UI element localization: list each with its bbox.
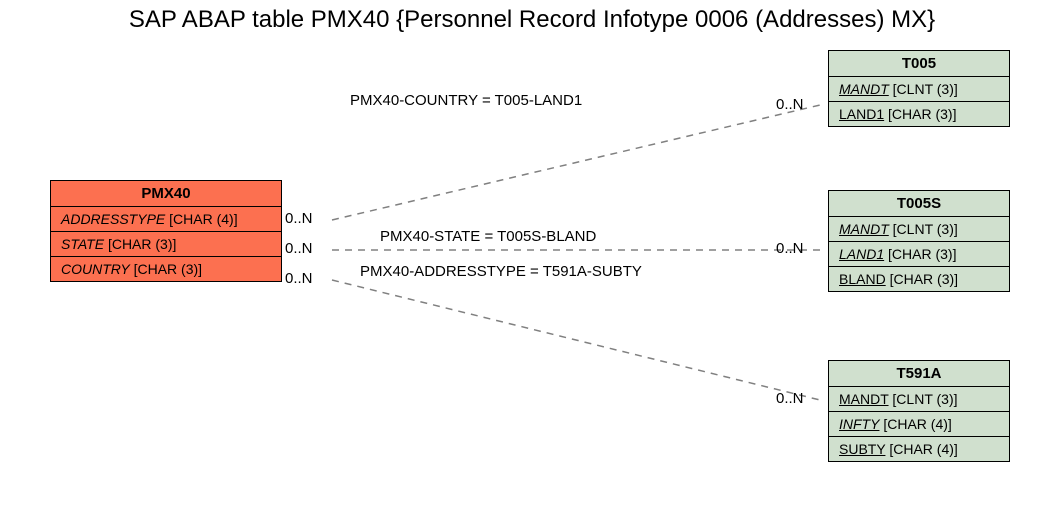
field-name: LAND1 <box>839 246 884 262</box>
page-title: SAP ABAP table PMX40 {Personnel Record I… <box>0 6 1064 34</box>
field-type: [CHAR (4)] <box>889 441 957 457</box>
relation-r3-left-card: 0..N <box>285 270 313 287</box>
field-name: SUBTY <box>839 441 885 457</box>
relation-r1-label: PMX40-COUNTRY = T005-LAND1 <box>350 92 582 109</box>
entity-t591a-field-infty: INFTY [CHAR (4)] <box>829 412 1009 437</box>
entity-t005-field-mandt: MANDT [CLNT (3)] <box>829 77 1009 102</box>
field-name: BLAND <box>839 271 886 287</box>
field-type: [CLNT (3)] <box>892 391 957 407</box>
entity-t591a-field-mandt: MANDT [CLNT (3)] <box>829 387 1009 412</box>
entity-t591a-field-subty: SUBTY [CHAR (4)] <box>829 437 1009 461</box>
relation-r3-label: PMX40-ADDRESSTYPE = T591A-SUBTY <box>360 263 642 280</box>
entity-t591a: T591A MANDT [CLNT (3)] INFTY [CHAR (4)] … <box>828 360 1010 462</box>
relation-r1-left-card: 0..N <box>285 210 313 227</box>
entity-pmx40-header: PMX40 <box>51 181 281 207</box>
entity-t005: T005 MANDT [CLNT (3)] LAND1 [CHAR (3)] <box>828 50 1010 127</box>
field-name: INFTY <box>839 416 879 432</box>
entity-pmx40-field-country: COUNTRY [CHAR (3)] <box>51 257 281 281</box>
entity-pmx40-field-addresstype: ADDRESSTYPE [CHAR (4)] <box>51 207 281 232</box>
entity-t005s-field-land1: LAND1 [CHAR (3)] <box>829 242 1009 267</box>
entity-t591a-header: T591A <box>829 361 1009 387</box>
field-name: LAND1 <box>839 106 884 122</box>
field-type: [CHAR (4)] <box>169 211 237 227</box>
relation-r2-left-card: 0..N <box>285 240 313 257</box>
entity-t005-header: T005 <box>829 51 1009 77</box>
entity-pmx40-field-state: STATE [CHAR (3)] <box>51 232 281 257</box>
field-type: [CHAR (3)] <box>890 271 958 287</box>
field-name: STATE <box>61 236 104 252</box>
field-type: [CHAR (3)] <box>108 236 176 252</box>
relation-r3-right-card: 0..N <box>776 390 804 407</box>
field-name: MANDT <box>839 391 889 407</box>
entity-t005-field-land1: LAND1 [CHAR (3)] <box>829 102 1009 126</box>
field-type: [CHAR (3)] <box>888 246 956 262</box>
entity-t005s-header: T005S <box>829 191 1009 217</box>
relation-r1-right-card: 0..N <box>776 96 804 113</box>
field-type: [CHAR (3)] <box>134 261 202 277</box>
field-type: [CHAR (4)] <box>883 416 951 432</box>
entity-t005s-field-mandt: MANDT [CLNT (3)] <box>829 217 1009 242</box>
field-name: MANDT <box>839 221 889 237</box>
entity-t005s-field-bland: BLAND [CHAR (3)] <box>829 267 1009 291</box>
field-name: ADDRESSTYPE <box>61 211 165 227</box>
field-name: MANDT <box>839 81 889 97</box>
field-type: [CHAR (3)] <box>888 106 956 122</box>
entity-t005s: T005S MANDT [CLNT (3)] LAND1 [CHAR (3)] … <box>828 190 1010 292</box>
relation-r2-label: PMX40-STATE = T005S-BLAND <box>380 228 596 245</box>
field-type: [CLNT (3)] <box>893 81 958 97</box>
field-name: COUNTRY <box>61 261 130 277</box>
entity-pmx40: PMX40 ADDRESSTYPE [CHAR (4)] STATE [CHAR… <box>50 180 282 282</box>
relation-r2-right-card: 0..N <box>776 240 804 257</box>
field-type: [CLNT (3)] <box>893 221 958 237</box>
